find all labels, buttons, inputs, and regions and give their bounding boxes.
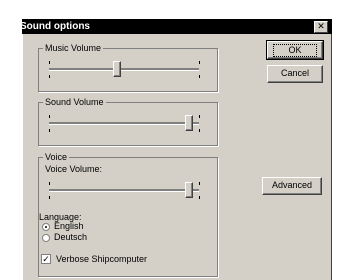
deutsch-label[interactable]: Deutsch — [54, 232, 87, 242]
advanced-button[interactable]: Advanced — [262, 177, 322, 195]
radio-english[interactable] — [42, 223, 50, 231]
slider-tick — [199, 61, 200, 64]
window-title: Sound options — [20, 21, 90, 32]
radio-deutsch[interactable] — [42, 234, 50, 242]
music-volume-legend: Music Volume — [43, 43, 104, 53]
voice-group: Voice Voice Volume: Language: English De… — [38, 152, 218, 277]
slider-tick — [199, 196, 200, 199]
english-label[interactable]: English — [54, 221, 84, 231]
ok-button[interactable]: OK — [266, 40, 324, 60]
slider-tick — [199, 75, 200, 78]
slider-track — [49, 68, 199, 71]
sound-volume-legend: Sound Volume — [43, 97, 106, 107]
slider-tick — [199, 182, 200, 185]
music-volume-thumb[interactable] — [113, 61, 121, 77]
slider-tick — [49, 115, 50, 118]
close-button[interactable]: ✕ — [314, 21, 328, 33]
slider-tick — [49, 196, 50, 199]
voice-volume-thumb[interactable] — [185, 182, 193, 198]
slider-track — [49, 122, 199, 125]
verbose-shipcomputer-label[interactable]: Verbose Shipcomputer — [56, 254, 147, 264]
slider-tick — [49, 75, 50, 78]
music-volume-group: Music Volume — [38, 43, 218, 92]
voice-volume-label: Voice Volume: — [45, 164, 103, 174]
radio-selected-dot — [45, 226, 47, 228]
slider-tick — [199, 115, 200, 118]
sound-volume-group: Sound Volume — [38, 97, 218, 146]
slider-tick — [49, 182, 50, 185]
sound-volume-slider[interactable] — [49, 109, 201, 139]
slider-tick — [49, 129, 50, 132]
sound-volume-thumb[interactable] — [185, 115, 193, 131]
ok-label: OK — [273, 44, 317, 57]
cancel-label: Cancel — [280, 68, 309, 78]
sound-options-dialog: Sound options ✕ Music Volume Sound Volum… — [20, 19, 332, 280]
slider-track — [49, 189, 199, 192]
cancel-button[interactable]: Cancel — [267, 65, 323, 83]
advanced-label: Advanced — [271, 180, 313, 190]
voice-volume-slider[interactable] — [49, 176, 201, 206]
music-volume-slider[interactable] — [49, 55, 201, 85]
check-icon: ✓ — [42, 254, 50, 264]
title-bar[interactable]: Sound options ✕ — [20, 19, 332, 34]
close-icon: ✕ — [317, 21, 325, 31]
slider-tick — [199, 129, 200, 132]
verbose-shipcomputer-checkbox[interactable]: ✓ — [41, 254, 51, 264]
voice-legend: Voice — [43, 152, 70, 162]
slider-tick — [49, 61, 50, 64]
